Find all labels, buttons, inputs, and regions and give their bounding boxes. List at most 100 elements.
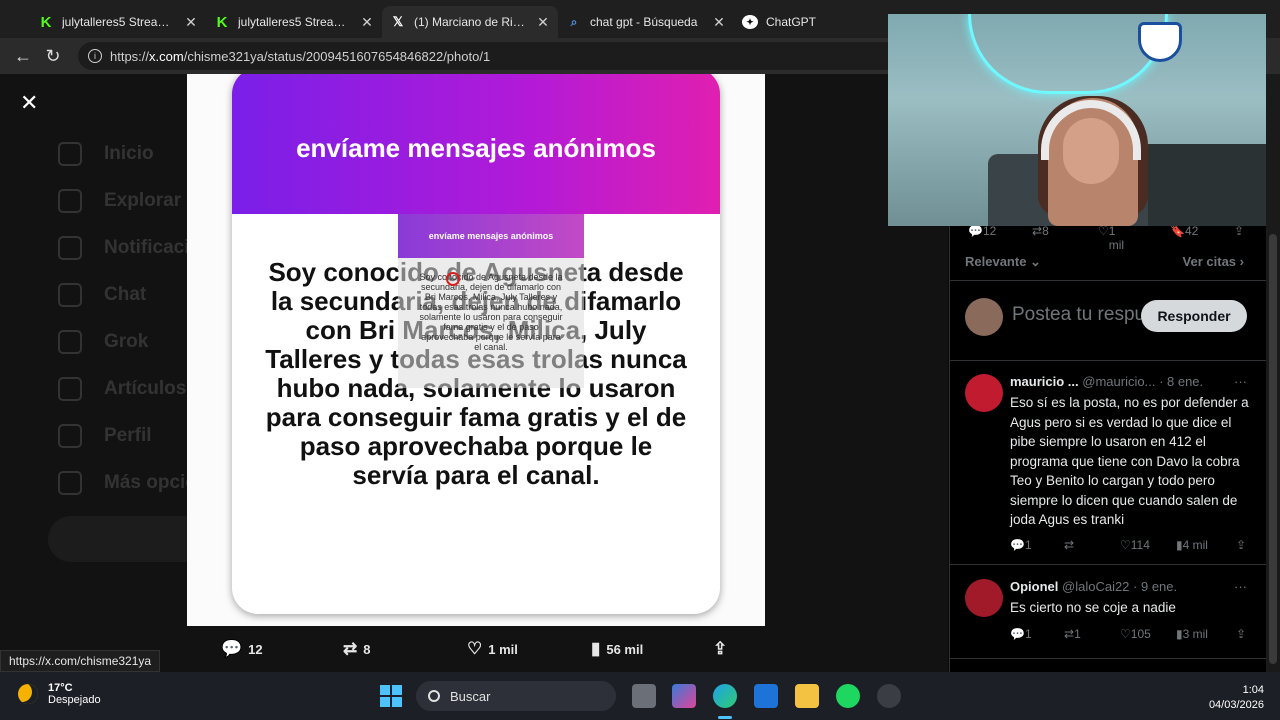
search-icon [428,690,440,702]
store-icon[interactable] [754,684,778,708]
avatar[interactable] [965,374,1003,412]
task-view-icon[interactable] [632,684,656,708]
reply-action[interactable]: 💬 1 [1010,538,1032,552]
tab-5[interactable]: ✦ ChatGPT [734,6,910,38]
system-clock[interactable]: 1:04 04/03/2026 [1209,683,1264,713]
post-stats: 💬 12 ⇄ 8 ♡ 1 mil 🔖 42 ⇪ [950,224,1267,252]
like-count: 114 [1130,538,1150,552]
x-icon: 𝕏 [392,14,404,29]
views-action[interactable]: ▮ 3 mil [1176,627,1208,641]
search-icon: ⌕ [570,14,578,29]
copilot-icon[interactable] [672,684,696,708]
close-tab-icon[interactable]: ✕ [536,14,550,31]
share-icon[interactable]: ⇪ [1236,538,1246,552]
reload-icon[interactable]: ↻ [38,41,68,71]
bookmark-stat[interactable]: 🔖 42 [1170,224,1198,238]
close-tab-icon[interactable]: ✕ [712,14,726,31]
like-action[interactable]: ♡ 114 [1120,538,1150,552]
sidebar-item-label: Grok [104,331,149,352]
sidebar-item-label: Chat [104,284,147,305]
reply-text: Eso sí es la posta, no es por defender a… [1010,395,1249,527]
views-action[interactable]: ▮ 56 mil [591,639,643,659]
tab-title: chat gpt - Búsqueda [590,15,698,29]
close-tab-icon[interactable]: ✕ [184,14,198,31]
like-count: 105 [1130,627,1151,641]
sort-dropdown[interactable]: Relevante ⌄ [965,254,1041,270]
reply-author[interactable]: mauricio ... @mauricio... · 8 ene. [1010,374,1203,389]
repost-action[interactable]: ⇄ [1064,538,1074,552]
search-label: Buscar [450,688,491,704]
reply-stat[interactable]: 💬 12 [968,224,996,238]
sidebar-item-inicio: Inicio [58,142,154,166]
file-explorer-icon[interactable] [795,684,819,708]
sidebar-item-label: Explorar [104,190,182,211]
author-name: Opionel [1010,579,1059,594]
share-icon[interactable]: ⇪ [1236,627,1246,641]
address-bar[interactable]: i https://x.com/chisme321ya/status/20094… [78,42,918,70]
more-icon[interactable]: ··· [1234,374,1247,389]
reply-action[interactable]: 💬 1 [1010,627,1032,641]
tab-title: julytalleres5 Stream - W [62,15,178,29]
windows-start-icon[interactable] [380,685,402,707]
shelf [1148,144,1266,226]
reply-button[interactable]: Responder [1141,300,1247,332]
repost-stat[interactable]: ⇄ 8 [1032,224,1049,238]
like-count: 1 mil [488,641,518,657]
tab-1[interactable]: K julytalleres5 Stream - W ✕ [30,6,206,38]
reply-count: 1 [1024,538,1032,552]
tab-2[interactable]: K julytalleres5 Stream - W ✕ [206,6,382,38]
explore-icon [58,189,82,213]
reply-count: 12 [982,224,997,238]
taskbar-search[interactable]: Buscar [416,681,616,711]
repost-action[interactable]: ⇄ 1 [1064,627,1081,641]
taskbar: 17°C Despejado Buscar 1:04 04/03/2026 [0,672,1280,720]
kick-icon: K [216,13,228,31]
more-icon[interactable]: ··· [1234,579,1247,594]
bookmark-count: 42 [1184,224,1199,238]
repost-action[interactable]: ⇄ 8 [343,639,370,659]
anonymous-message-card: envíame mensajes anónimos Soy conocido d… [232,74,720,614]
scrollbar[interactable] [1266,74,1280,672]
repost-count: 8 [363,641,371,657]
sidebar-item-label: Perfil [104,425,152,446]
reply-actions: 💬 1 ⇄ ♡ 114 ▮ 4 mil ⇪ [1010,538,1250,556]
reply-action[interactable]: 💬 12 [221,639,263,659]
back-icon[interactable]: ← [8,41,38,71]
thumbnail-header: envíame mensajes anónimos [398,214,584,258]
bar-chart-icon: ▮ [591,639,601,658]
like-action[interactable]: ♡ 1 mil [467,639,518,659]
view-quotes-link[interactable]: Ver citas › [1183,254,1244,269]
weather-widget[interactable]: 17°C Despejado [18,682,101,706]
share-action[interactable]: ⇪ [713,639,733,659]
site-info-icon[interactable]: i [88,49,102,63]
scrollbar-thumb[interactable] [1269,234,1277,664]
post-button-dimmed [48,516,208,562]
moon-icon [18,684,38,704]
article-icon [58,377,82,401]
spotify-icon[interactable] [836,684,860,708]
repost-count: 1 [1074,627,1081,641]
close-tab-icon[interactable]: ✕ [360,14,374,31]
home-icon [58,142,82,166]
no-drop-icon [446,272,460,286]
heart-icon: ♡ [467,639,483,658]
divider [950,658,1267,659]
tab-4[interactable]: ⌕ chat gpt - Búsqueda ✕ [558,6,734,38]
author-name: mauricio ... [1010,374,1079,389]
sidebar-item-label: Inicio [104,143,154,164]
tab-3-active[interactable]: 𝕏 (1) Marciano de River | ✕ [382,6,558,38]
repost-icon: ⇄ [343,639,358,658]
profile-icon [58,424,82,448]
bell-icon [58,236,82,260]
reply-author[interactable]: Opionel @laloCai22 · 9 ene. [1010,579,1177,594]
obs-icon[interactable] [877,684,901,708]
url-prefix: https:// [110,48,150,64]
views-action[interactable]: ▮ 4 mil [1176,538,1208,552]
avatar[interactable] [965,579,1003,617]
like-action[interactable]: ♡ 105 [1120,627,1151,641]
share-icon[interactable]: ⇪ [1234,224,1244,238]
close-icon[interactable]: ✕ [20,90,38,116]
like-stat[interactable]: ♡ 1 mil [1098,224,1124,252]
edge-icon[interactable] [713,684,737,708]
like-count: 1 mil [1108,224,1125,252]
